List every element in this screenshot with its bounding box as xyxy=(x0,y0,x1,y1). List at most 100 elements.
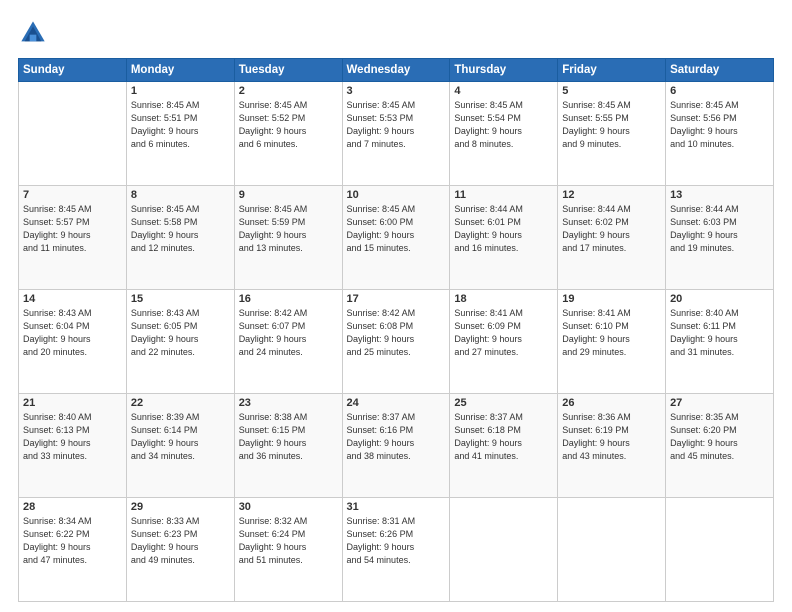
cell-details: Sunrise: 8:44 AMSunset: 6:01 PMDaylight:… xyxy=(454,203,553,255)
calendar-cell: 1Sunrise: 8:45 AMSunset: 5:51 PMDaylight… xyxy=(126,82,234,186)
calendar-cell: 12 Sunrise: 8:44 AMSunset: 6:02 PMDayligh… xyxy=(558,186,666,290)
day-number: 23 xyxy=(239,397,338,409)
day-number: 21 xyxy=(23,397,122,409)
cell-details: Sunrise: 8:45 AMSunset: 5:53 PMDaylight:… xyxy=(347,99,446,151)
day-number: 13 xyxy=(670,189,769,201)
week-row-1: 1Sunrise: 8:45 AMSunset: 5:51 PMDaylight… xyxy=(19,82,774,186)
calendar-cell: 11Sunrise: 8:44 AMSunset: 6:01 PMDayligh… xyxy=(450,186,558,290)
calendar-cell: 21 Sunrise: 8:40 AMSunset: 6:13 PMDayligh… xyxy=(19,394,127,498)
weekday-header-friday: Friday xyxy=(558,59,666,82)
cell-details: Sunrise: 8:41 AMSunset: 6:10 PMDaylight:… xyxy=(562,307,661,359)
cell-details: Sunrise: 8:45 AMSunset: 5:59 PMDaylight:… xyxy=(239,203,338,255)
day-number: 5 xyxy=(562,85,661,97)
calendar-cell: 23 Sunrise: 8:38 AMSunset: 6:15 PMDayligh… xyxy=(234,394,342,498)
cell-details: Sunrise: 8:41 AMSunset: 6:09 PMDaylight:… xyxy=(454,307,553,359)
calendar-cell: 28Sunrise: 8:34 AMSunset: 6:22 PMDayligh… xyxy=(19,498,127,602)
cell-details: Sunrise: 8:33 AMSunset: 6:23 PMDaylight:… xyxy=(131,515,230,567)
calendar-cell: 27 Sunrise: 8:35 AMSunset: 6:20 PMDayligh… xyxy=(666,394,774,498)
calendar-cell xyxy=(666,498,774,602)
calendar-cell: 14 Sunrise: 8:43 AMSunset: 6:04 PMDayligh… xyxy=(19,290,127,394)
calendar-cell: 26 Sunrise: 8:36 AMSunset: 6:19 PMDayligh… xyxy=(558,394,666,498)
cell-details: Sunrise: 8:45 AMSunset: 5:51 PMDaylight:… xyxy=(131,99,230,151)
weekday-header-thursday: Thursday xyxy=(450,59,558,82)
cell-details: Sunrise: 8:45 AMSunset: 5:58 PMDaylight:… xyxy=(131,203,230,255)
week-row-3: 14 Sunrise: 8:43 AMSunset: 6:04 PMDayligh… xyxy=(19,290,774,394)
day-number: 25 xyxy=(454,397,553,409)
day-number: 20 xyxy=(670,293,769,305)
cell-details: Sunrise: 8:45 AMSunset: 5:52 PMDaylight:… xyxy=(239,99,338,151)
logo-icon xyxy=(18,18,48,48)
cell-details: Sunrise: 8:37 AMSunset: 6:16 PMDaylight:… xyxy=(347,411,446,463)
day-number: 7 xyxy=(23,189,122,201)
calendar-cell: 16 Sunrise: 8:42 AMSunset: 6:07 PMDayligh… xyxy=(234,290,342,394)
day-number: 19 xyxy=(562,293,661,305)
calendar-cell: 20 Sunrise: 8:40 AMSunset: 6:11 PMDayligh… xyxy=(666,290,774,394)
day-number: 15 xyxy=(131,293,230,305)
day-number: 8 xyxy=(131,189,230,201)
cell-details: Sunrise: 8:45 AMSunset: 5:56 PMDaylight:… xyxy=(670,99,769,151)
cell-details: Sunrise: 8:40 AMSunset: 6:13 PMDaylight:… xyxy=(23,411,122,463)
logo xyxy=(18,18,52,48)
day-number: 9 xyxy=(239,189,338,201)
header xyxy=(18,18,774,48)
weekday-header-tuesday: Tuesday xyxy=(234,59,342,82)
cell-details: Sunrise: 8:35 AMSunset: 6:20 PMDaylight:… xyxy=(670,411,769,463)
cell-details: Sunrise: 8:40 AMSunset: 6:11 PMDaylight:… xyxy=(670,307,769,359)
cell-details: Sunrise: 8:34 AMSunset: 6:22 PMDaylight:… xyxy=(23,515,122,567)
calendar-cell: 18 Sunrise: 8:41 AMSunset: 6:09 PMDayligh… xyxy=(450,290,558,394)
day-number: 31 xyxy=(347,501,446,513)
calendar-cell: 13 Sunrise: 8:44 AMSunset: 6:03 PMDayligh… xyxy=(666,186,774,290)
calendar-cell: 2Sunrise: 8:45 AMSunset: 5:52 PMDaylight… xyxy=(234,82,342,186)
cell-details: Sunrise: 8:45 AMSunset: 5:57 PMDaylight:… xyxy=(23,203,122,255)
cell-details: Sunrise: 8:32 AMSunset: 6:24 PMDaylight:… xyxy=(239,515,338,567)
cell-details: Sunrise: 8:45 AMSunset: 5:55 PMDaylight:… xyxy=(562,99,661,151)
calendar-cell: 5 Sunrise: 8:45 AMSunset: 5:55 PMDaylight… xyxy=(558,82,666,186)
weekday-header-monday: Monday xyxy=(126,59,234,82)
weekday-header-wednesday: Wednesday xyxy=(342,59,450,82)
cell-details: Sunrise: 8:44 AMSunset: 6:02 PMDaylight:… xyxy=(562,203,661,255)
day-number: 26 xyxy=(562,397,661,409)
day-number: 14 xyxy=(23,293,122,305)
cell-details: Sunrise: 8:36 AMSunset: 6:19 PMDaylight:… xyxy=(562,411,661,463)
cell-details: Sunrise: 8:37 AMSunset: 6:18 PMDaylight:… xyxy=(454,411,553,463)
cell-details: Sunrise: 8:38 AMSunset: 6:15 PMDaylight:… xyxy=(239,411,338,463)
calendar-cell: 4 Sunrise: 8:45 AMSunset: 5:54 PMDaylight… xyxy=(450,82,558,186)
day-number: 24 xyxy=(347,397,446,409)
calendar-cell: 8 Sunrise: 8:45 AMSunset: 5:58 PMDaylight… xyxy=(126,186,234,290)
calendar-cell: 30Sunrise: 8:32 AMSunset: 6:24 PMDayligh… xyxy=(234,498,342,602)
day-number: 3 xyxy=(347,85,446,97)
weekday-header-saturday: Saturday xyxy=(666,59,774,82)
day-number: 12 xyxy=(562,189,661,201)
cell-details: Sunrise: 8:39 AMSunset: 6:14 PMDaylight:… xyxy=(131,411,230,463)
day-number: 29 xyxy=(131,501,230,513)
day-number: 4 xyxy=(454,85,553,97)
week-row-5: 28Sunrise: 8:34 AMSunset: 6:22 PMDayligh… xyxy=(19,498,774,602)
cell-details: Sunrise: 8:42 AMSunset: 6:08 PMDaylight:… xyxy=(347,307,446,359)
calendar-cell: 19 Sunrise: 8:41 AMSunset: 6:10 PMDayligh… xyxy=(558,290,666,394)
weekday-header-sunday: Sunday xyxy=(19,59,127,82)
week-row-4: 21 Sunrise: 8:40 AMSunset: 6:13 PMDayligh… xyxy=(19,394,774,498)
day-number: 10 xyxy=(347,189,446,201)
cell-details: Sunrise: 8:42 AMSunset: 6:07 PMDaylight:… xyxy=(239,307,338,359)
cell-details: Sunrise: 8:44 AMSunset: 6:03 PMDaylight:… xyxy=(670,203,769,255)
day-number: 6 xyxy=(670,85,769,97)
cell-details: Sunrise: 8:31 AMSunset: 6:26 PMDaylight:… xyxy=(347,515,446,567)
calendar-cell xyxy=(558,498,666,602)
calendar-cell xyxy=(450,498,558,602)
calendar-cell: 17Sunrise: 8:42 AMSunset: 6:08 PMDayligh… xyxy=(342,290,450,394)
cell-details: Sunrise: 8:43 AMSunset: 6:05 PMDaylight:… xyxy=(131,307,230,359)
cell-details: Sunrise: 8:45 AMSunset: 5:54 PMDaylight:… xyxy=(454,99,553,151)
week-row-2: 7 Sunrise: 8:45 AMSunset: 5:57 PMDaylight… xyxy=(19,186,774,290)
calendar-cell: 9 Sunrise: 8:45 AMSunset: 5:59 PMDaylight… xyxy=(234,186,342,290)
day-number: 16 xyxy=(239,293,338,305)
day-number: 22 xyxy=(131,397,230,409)
calendar-cell: 6 Sunrise: 8:45 AMSunset: 5:56 PMDaylight… xyxy=(666,82,774,186)
calendar-cell: 31 Sunrise: 8:31 AMSunset: 6:26 PMDayligh… xyxy=(342,498,450,602)
day-number: 27 xyxy=(670,397,769,409)
calendar-cell: 3 Sunrise: 8:45 AMSunset: 5:53 PMDaylight… xyxy=(342,82,450,186)
calendar-cell: 10Sunrise: 8:45 AMSunset: 6:00 PMDayligh… xyxy=(342,186,450,290)
cell-details: Sunrise: 8:43 AMSunset: 6:04 PMDaylight:… xyxy=(23,307,122,359)
page: SundayMondayTuesdayWednesdayThursdayFrid… xyxy=(0,0,792,612)
calendar-cell: 24 Sunrise: 8:37 AMSunset: 6:16 PMDayligh… xyxy=(342,394,450,498)
day-number: 18 xyxy=(454,293,553,305)
